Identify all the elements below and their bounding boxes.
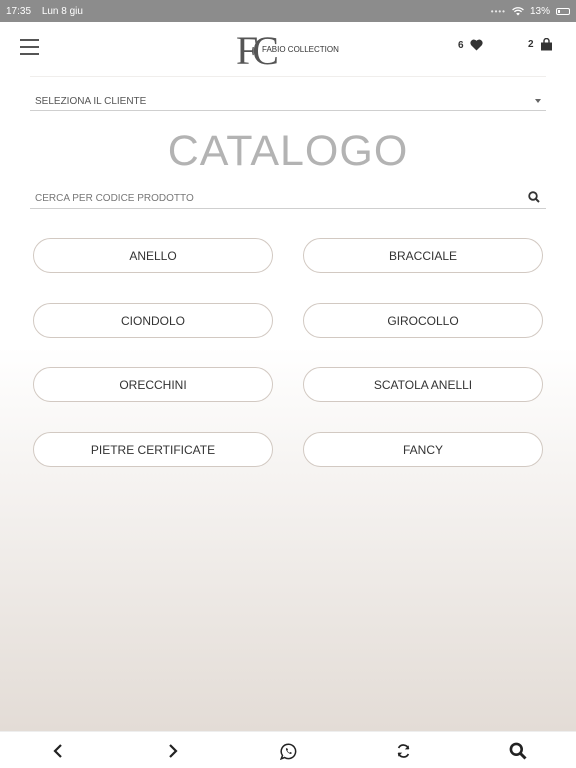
category-button-scatola-anelli[interactable]: SCATOLA ANELLI xyxy=(303,367,543,402)
cart-button[interactable]: 2 xyxy=(528,38,553,51)
wifi-icon xyxy=(512,6,524,15)
brand-name: FABIO COLLECTION xyxy=(262,45,339,54)
client-select[interactable]: SELEZIONA IL CLIENTE xyxy=(30,91,546,111)
category-button-orecchini[interactable]: ORECCHINI xyxy=(33,367,273,402)
forward-button[interactable] xyxy=(161,740,185,762)
app-header: FC FABIO COLLECTION 6 2 xyxy=(0,22,576,76)
category-button-anello[interactable]: ANELLO xyxy=(33,238,273,273)
category-button-pietre-certificate[interactable]: PIETRE CERTIFICATE xyxy=(33,432,273,467)
favorites-button[interactable]: 6 xyxy=(458,39,483,51)
shopping-bag-icon xyxy=(540,38,552,51)
whatsapp-icon xyxy=(279,742,296,760)
search-button[interactable] xyxy=(506,740,530,762)
battery-icon xyxy=(556,7,570,15)
client-select-value: SELEZIONA IL CLIENTE xyxy=(35,96,147,107)
category-button-ciondolo[interactable]: CIONDOLO xyxy=(33,303,273,338)
status-left: 17:35 Lun 8 giu xyxy=(6,6,91,17)
search-input[interactable] xyxy=(35,190,515,206)
forward-icon xyxy=(169,744,178,758)
chevron-down-icon xyxy=(535,99,541,103)
bottom-toolbar xyxy=(0,731,576,768)
whatsapp-button[interactable] xyxy=(276,740,300,762)
brand-logo[interactable]: FC FABIO COLLECTION xyxy=(236,27,346,73)
search-icon[interactable] xyxy=(528,191,540,203)
battery-percent: 13% xyxy=(529,5,550,17)
back-icon xyxy=(53,744,62,758)
status-right: •••• 13% xyxy=(491,6,570,17)
refresh-icon xyxy=(397,744,409,758)
cart-count: 2 xyxy=(528,39,534,50)
category-button-fancy[interactable]: FANCY xyxy=(303,432,543,467)
refresh-button[interactable] xyxy=(391,740,415,762)
product-search xyxy=(30,187,546,209)
status-date: Lun 8 giu xyxy=(41,5,83,17)
page-title: CATALOGO xyxy=(167,127,409,175)
main-content: SELEZIONA IL CLIENTE CATALOGO ANELLO BRA… xyxy=(0,77,576,731)
back-button[interactable] xyxy=(46,740,70,762)
heart-icon xyxy=(469,39,483,51)
favorites-count: 6 xyxy=(458,39,464,51)
category-button-girocollo[interactable]: GIROCOLLO xyxy=(303,303,543,338)
status-time: 17:35 xyxy=(6,5,32,17)
search-icon xyxy=(509,742,527,760)
category-button-bracciale[interactable]: BRACCIALE xyxy=(303,238,543,273)
signal-dots-icon: •••• xyxy=(490,6,506,16)
menu-icon[interactable] xyxy=(20,39,39,55)
status-bar: 17:35 Lun 8 giu •••• 13% xyxy=(0,0,576,22)
